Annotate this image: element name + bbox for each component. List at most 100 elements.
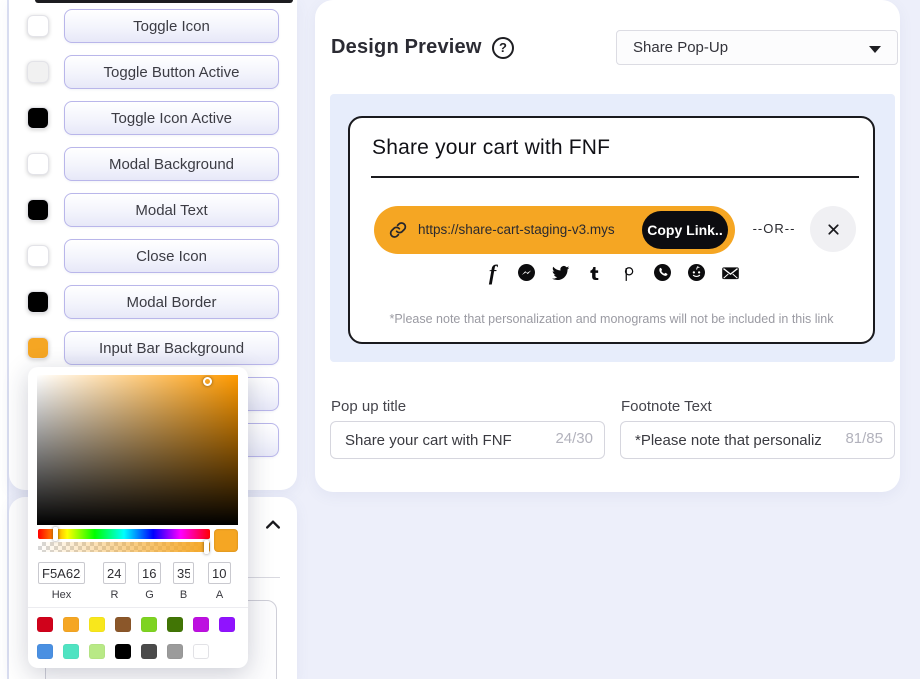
color-swatch[interactable] (27, 245, 49, 267)
color-setting-row: Close Icon (9, 239, 297, 273)
share-url-bar: https://share-cart-staging-v3.mys Copy L… (374, 206, 735, 254)
page-root: Toggle Icon Toggle Button Active Toggle … (0, 0, 920, 679)
color-setting-button[interactable]: Toggle Button Active (64, 55, 279, 89)
blue-label: B (179, 589, 188, 601)
popup-title-label: Pop up title (331, 398, 407, 415)
popup-title-field-wrap: 24/30 (330, 421, 605, 459)
picker-divider (28, 607, 248, 608)
current-color-swatch (214, 529, 238, 552)
blue-input[interactable] (173, 562, 194, 584)
chevron-up-icon[interactable] (263, 515, 283, 535)
color-setting-row: Input Bar Background (9, 331, 297, 365)
preview-type-dropdown[interactable]: Share Pop-Up (616, 30, 898, 65)
preset-color-swatch[interactable] (167, 644, 183, 659)
saturation-cursor-icon[interactable] (203, 377, 212, 386)
color-setting-button[interactable]: Modal Text (64, 193, 279, 227)
preset-color-swatch[interactable] (167, 617, 183, 632)
dropdown-selected-value: Share Pop-Up (633, 39, 729, 56)
alpha-gradient (38, 542, 210, 552)
preset-color-swatch[interactable] (63, 644, 79, 659)
green-input[interactable] (138, 562, 161, 584)
reddit-icon[interactable] (686, 262, 707, 283)
color-setting-row: Modal Background (9, 147, 297, 181)
color-swatch[interactable] (27, 61, 49, 83)
color-setting-label: Input Bar Background (98, 339, 245, 357)
close-icon (827, 223, 839, 235)
color-setting-label: Modal Background (108, 155, 235, 173)
color-setting-label: Toggle Icon (133, 17, 210, 35)
color-setting-row: Toggle Icon Active (9, 101, 297, 135)
preset-color-swatch[interactable] (193, 617, 209, 632)
preset-color-grid (37, 617, 241, 659)
color-setting-button[interactable]: Toggle Icon Active (64, 101, 279, 135)
preview-canvas: Share your cart with FNF https://share-c… (330, 94, 895, 362)
preset-color-swatch[interactable] (141, 617, 157, 632)
color-setting-button[interactable]: Modal Border (64, 285, 279, 319)
share-url-text: https://share-cart-staging-v3.mys (418, 222, 615, 237)
color-setting-row: Toggle Button Active (9, 55, 297, 89)
hex-label: Hex (51, 589, 72, 601)
color-setting-button[interactable]: Toggle Icon (64, 9, 279, 43)
design-preview-panel: Design Preview ? Share Pop-Up Share your… (315, 0, 900, 492)
footnote-text-counter: 81/85 (845, 430, 883, 447)
facebook-icon[interactable]: f (482, 262, 503, 284)
page-title: Design Preview (331, 36, 482, 58)
hex-input[interactable] (38, 562, 85, 584)
footnote-text-label: Footnote Text (621, 398, 712, 415)
social-share-row: f (350, 262, 873, 284)
share-modal-preview: Share your cart with FNF https://share-c… (348, 116, 875, 344)
pinterest-icon[interactable] (618, 262, 639, 283)
twitter-icon[interactable] (550, 262, 571, 283)
preset-color-swatch[interactable] (193, 644, 209, 659)
color-swatch[interactable] (27, 107, 49, 129)
color-setting-label: Close Icon (136, 247, 207, 265)
copy-link-button[interactable]: Copy Link.. (642, 211, 728, 249)
preset-color-swatch[interactable] (89, 617, 105, 632)
link-icon (388, 220, 408, 240)
preset-color-swatch[interactable] (115, 617, 131, 632)
color-setting-button[interactable]: Modal Background (64, 147, 279, 181)
preset-color-swatch[interactable] (89, 644, 105, 659)
color-setting-row: Toggle Icon (9, 9, 297, 43)
color-setting-row: Modal Text (9, 193, 297, 227)
green-label: G (145, 589, 154, 601)
share-modal-footnote: *Please note that personalization and mo… (389, 312, 834, 326)
color-setting-button[interactable]: Input Bar Background (64, 331, 279, 365)
messenger-icon[interactable] (516, 262, 537, 283)
preset-color-swatch[interactable] (219, 617, 235, 632)
tumblr-icon[interactable] (584, 262, 605, 283)
preset-color-swatch[interactable] (63, 617, 79, 632)
color-setting-row: Modal Border (9, 285, 297, 319)
close-button[interactable] (810, 206, 856, 252)
preset-color-swatch[interactable] (37, 644, 53, 659)
title-underline (371, 176, 859, 178)
whatsapp-icon[interactable] (652, 262, 673, 283)
color-setting-label: Toggle Button Active (103, 63, 240, 81)
alpha-slider-handle[interactable] (204, 540, 209, 554)
color-swatch[interactable] (27, 199, 49, 221)
email-icon[interactable] (720, 262, 741, 283)
preset-color-swatch[interactable] (141, 644, 157, 659)
color-picker-popup: Hex R G B A (28, 367, 248, 668)
help-icon[interactable]: ? (492, 37, 514, 59)
popup-title-counter: 24/30 (555, 430, 593, 447)
clipped-element-fragment (35, 0, 293, 3)
red-input[interactable] (103, 562, 126, 584)
color-setting-label: Modal Text (135, 201, 208, 219)
chevron-down-icon (869, 46, 881, 53)
color-setting-label: Toggle Icon Active (111, 109, 232, 127)
page-left-margin (0, 0, 9, 679)
hue-slider-handle[interactable] (53, 527, 58, 541)
preset-color-swatch[interactable] (115, 644, 131, 659)
alpha-input[interactable] (208, 562, 231, 584)
color-swatch[interactable] (27, 337, 49, 359)
alpha-slider[interactable] (38, 540, 210, 554)
color-swatch[interactable] (27, 15, 49, 37)
preset-color-swatch[interactable] (37, 617, 53, 632)
saturation-area[interactable] (37, 375, 238, 525)
hue-slider[interactable] (38, 527, 210, 541)
color-setting-button[interactable]: Close Icon (64, 239, 279, 273)
color-swatch[interactable] (27, 291, 49, 313)
or-separator: --OR-- (752, 221, 796, 236)
color-swatch[interactable] (27, 153, 49, 175)
